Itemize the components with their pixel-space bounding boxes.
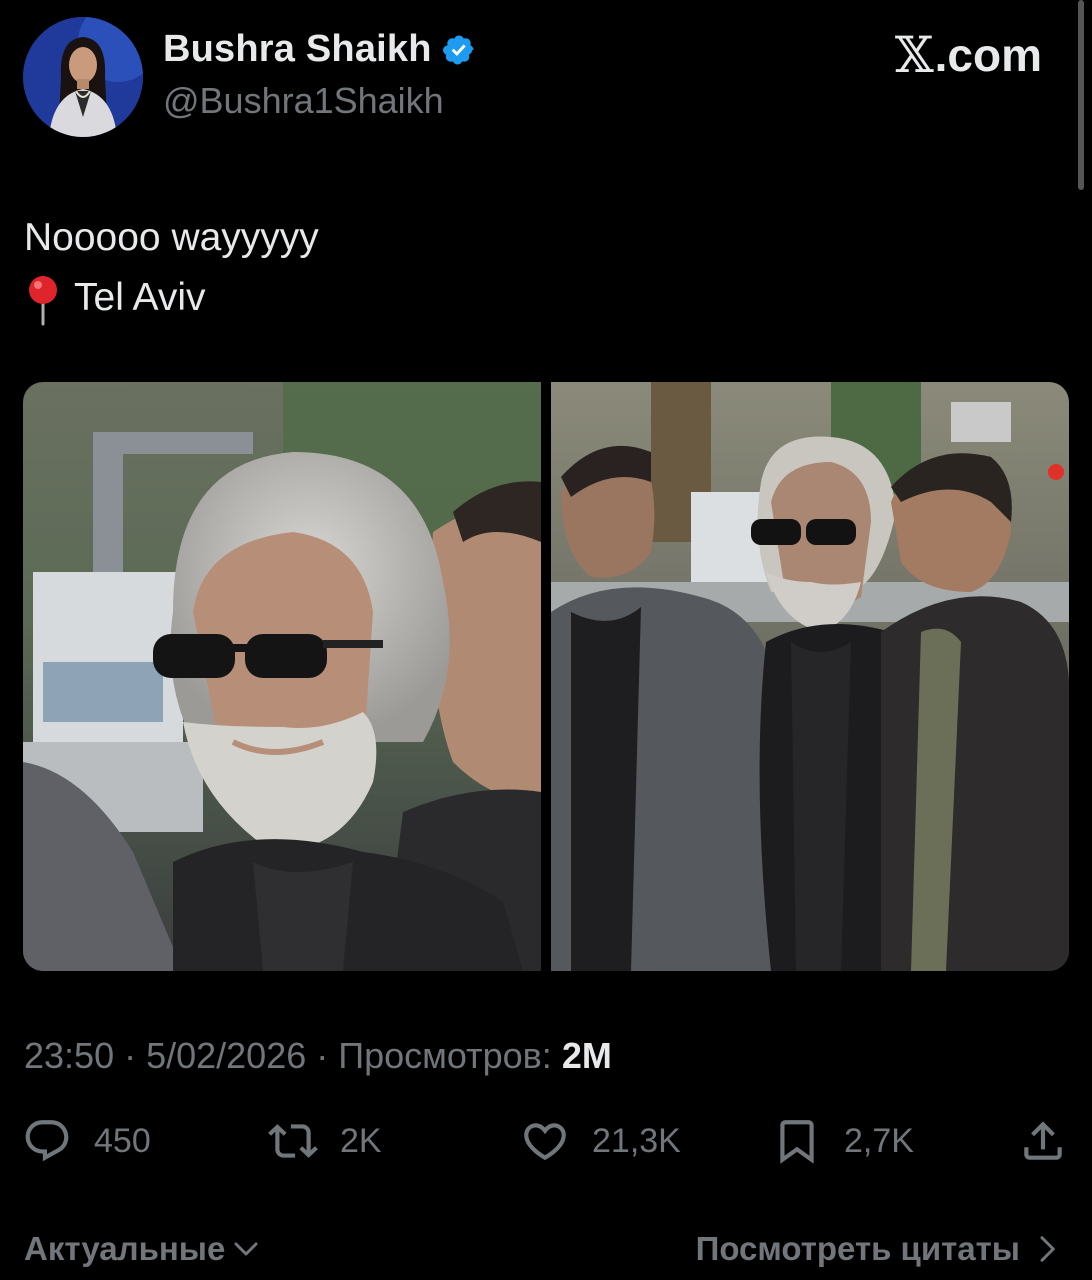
share-icon xyxy=(1024,1121,1062,1160)
photo-three-men-walking xyxy=(551,382,1069,971)
author-handle[interactable]: @Bushra1Shaikh xyxy=(163,80,444,122)
share-button[interactable] xyxy=(1018,1116,1068,1166)
bookmark-count: 2,7K xyxy=(844,1121,914,1160)
meta-separator: · xyxy=(306,1035,339,1076)
reply-count: 450 xyxy=(94,1121,151,1160)
view-quotes-label: Посмотреть цитаты xyxy=(695,1230,1020,1267)
sort-label: Актуальные xyxy=(24,1230,226,1267)
tweet-text: Nooooo wayyyyy Tel Aviv xyxy=(24,208,319,328)
repost-count: 2K xyxy=(340,1121,382,1160)
author-name-row[interactable]: Bushra Shaikh xyxy=(163,28,476,71)
meta-separator: · xyxy=(114,1035,147,1076)
verified-badge-icon xyxy=(442,33,476,67)
author-display-name[interactable]: Bushra Shaikh xyxy=(163,28,432,71)
repost-button[interactable]: 2K xyxy=(268,1116,382,1166)
photo-2[interactable] xyxy=(551,382,1069,971)
action-bar: 450 2K 21,3K 2,7K xyxy=(22,1116,1072,1172)
photo-1[interactable] xyxy=(23,382,541,971)
like-button[interactable]: 21,3K xyxy=(520,1116,681,1166)
replies-sort-dropdown[interactable]: Актуальные xyxy=(24,1230,261,1268)
chevron-down-icon xyxy=(234,1242,258,1256)
bookmark-button[interactable]: 2,7K xyxy=(772,1116,914,1166)
reply-button[interactable]: 450 xyxy=(22,1116,151,1166)
like-count: 21,3K xyxy=(592,1121,681,1160)
x-logo: 𝕏 xyxy=(894,26,934,84)
heart-icon xyxy=(524,1123,566,1161)
tweet-screen: Bushra Shaikh @Bushra1Shaikh 𝕏 .com Nooo… xyxy=(0,0,1092,1280)
media-grid xyxy=(23,382,1069,971)
tweet-date[interactable]: 5/02/2026 xyxy=(146,1035,306,1076)
reply-icon xyxy=(25,1120,69,1162)
x-com-watermark: 𝕏 .com xyxy=(895,26,1042,84)
repost-icon xyxy=(268,1124,318,1158)
avatar[interactable] xyxy=(23,17,143,137)
avatar-photo xyxy=(23,17,143,137)
tweet-meta: 23:50 · 5/02/2026 · Просмотров: 2M xyxy=(24,1035,612,1077)
tweet-location: Tel Aviv xyxy=(74,276,206,319)
scrollbar[interactable] xyxy=(1078,0,1084,190)
tweet-time[interactable]: 23:50 xyxy=(24,1035,114,1076)
round-pushpin-icon xyxy=(24,274,62,326)
tweet-line-2-row: Tel Aviv xyxy=(24,268,319,328)
tweet-line-1: Nooooo wayyyyy xyxy=(24,216,319,259)
view-quotes-link[interactable]: Посмотреть цитаты xyxy=(696,1230,1062,1268)
brand-suffix: .com xyxy=(934,29,1042,81)
views-count: 2M xyxy=(561,1035,612,1076)
photo-closeup-man-sunglasses xyxy=(23,382,541,971)
bookmark-icon xyxy=(780,1120,814,1164)
chevron-right-icon xyxy=(1040,1236,1055,1262)
views-label: Просмотров: xyxy=(338,1035,562,1076)
